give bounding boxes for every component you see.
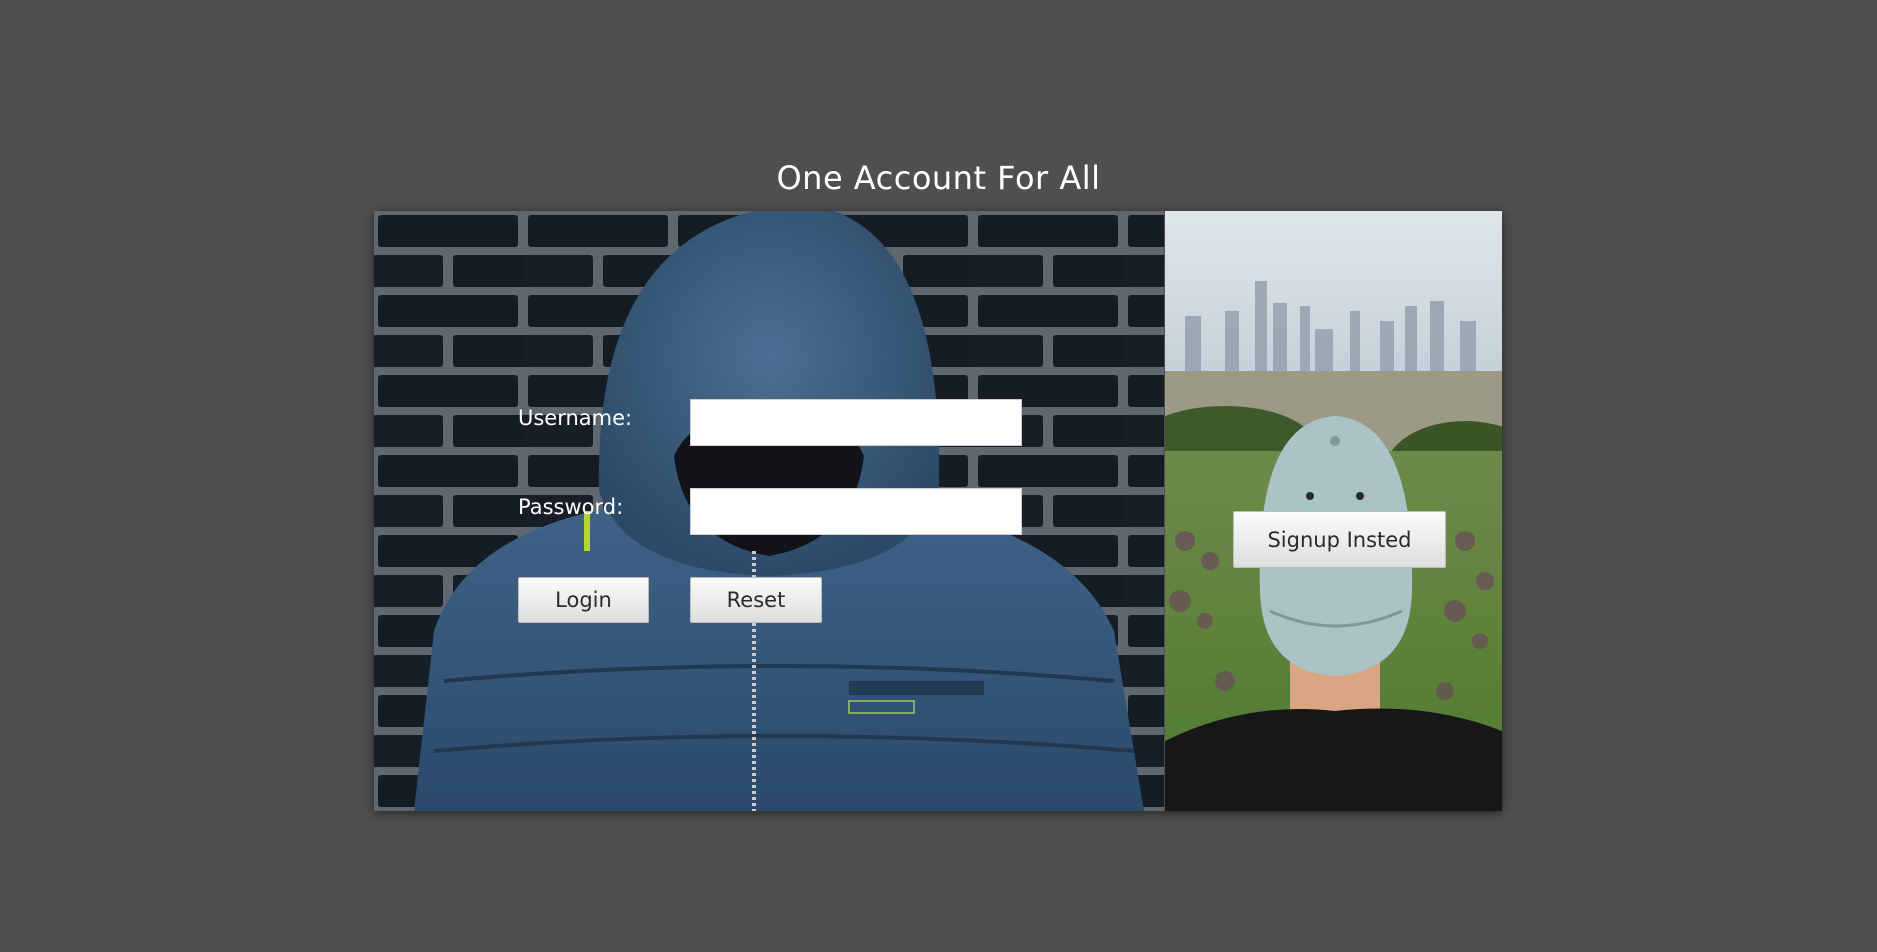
login-panel: Username: Password: Login Reset — [374, 211, 1164, 811]
username-label: Username: — [518, 406, 633, 430]
password-label: Password: — [518, 495, 624, 519]
login-button[interactable]: Login — [518, 577, 649, 623]
reset-button[interactable]: Reset — [690, 577, 822, 623]
signup-panel: Signup Insted — [1165, 211, 1502, 811]
username-input[interactable] — [690, 399, 1022, 446]
page-title: One Account For All — [776, 159, 1101, 198]
password-input[interactable] — [690, 488, 1022, 535]
signup-button[interactable]: Signup Insted — [1233, 511, 1446, 568]
login-card: Username: Password: Login Reset Signup I… — [374, 211, 1502, 811]
